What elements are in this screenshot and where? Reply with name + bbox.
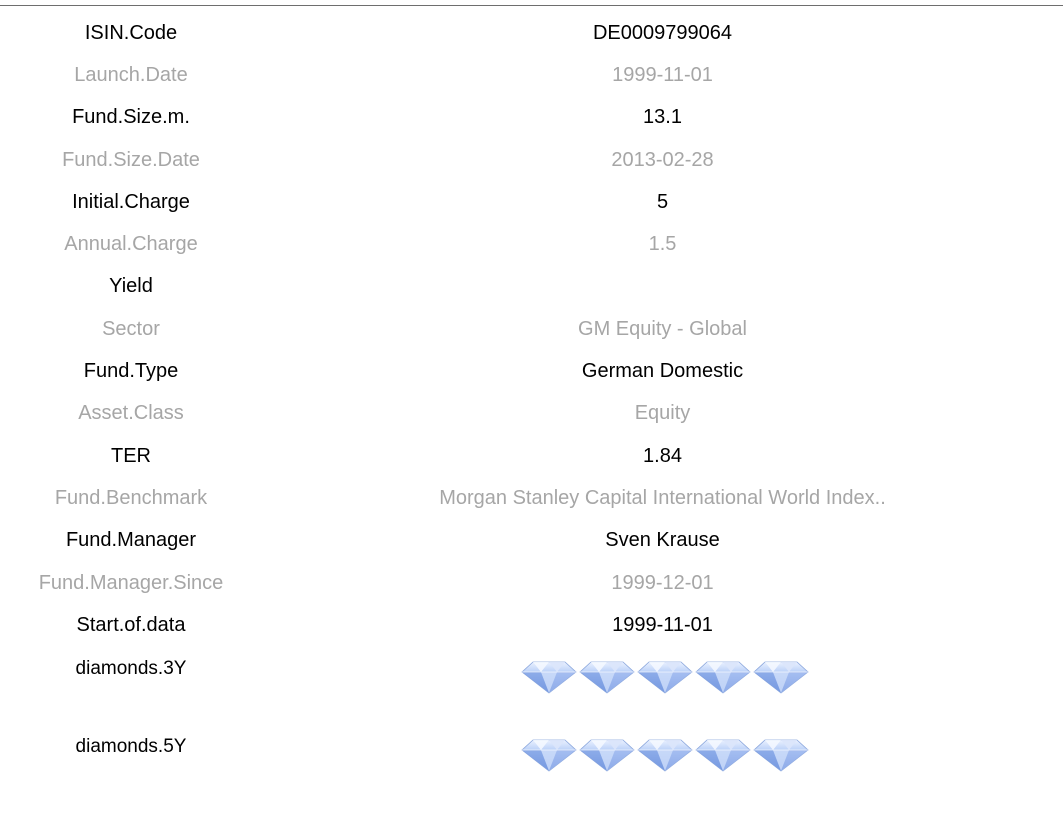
rating-value xyxy=(262,736,1063,772)
table-row: Yield xyxy=(0,266,1063,308)
table-row: Annual.Charge 1.5 xyxy=(0,223,1063,265)
table-row: Fund.Manager Sven Krause xyxy=(0,520,1063,562)
row-value: 1.5 xyxy=(648,233,677,256)
rating-row-3y: diamonds.3Y xyxy=(0,646,1063,724)
row-value: 2013-02-28 xyxy=(611,148,714,171)
table-row: Sector GM Equity - Global xyxy=(0,308,1063,350)
table-row: Fund.Size.Date 2013-02-28 xyxy=(0,139,1063,181)
row-label: Annual.Charge xyxy=(64,233,198,256)
row-value: 1999-11-01 xyxy=(612,613,713,636)
row-value: 1999-11-01 xyxy=(612,63,713,86)
diamond-rating xyxy=(521,660,809,694)
row-value: Equity xyxy=(634,402,691,425)
row-label: Fund.Size.m. xyxy=(72,106,190,129)
row-value: 5 xyxy=(656,190,669,213)
row-label: Fund.Size.Date xyxy=(62,148,200,171)
row-label: Fund.Benchmark xyxy=(54,486,208,509)
row-value: Sven Krause xyxy=(605,529,720,552)
diamond-rating xyxy=(521,738,809,772)
row-value: 1.84 xyxy=(643,444,682,467)
row-label: Fund.Manager.Since xyxy=(38,571,224,594)
row-label: ISIN.Code xyxy=(84,21,178,44)
table-row: ISIN.Code DE0009799064 xyxy=(0,12,1063,54)
fund-details-table: ISIN.Code DE0009799064 Launch.Date 1999-11… xyxy=(0,12,1063,802)
rating-value xyxy=(262,658,1063,694)
diamond-icon xyxy=(521,740,577,772)
row-label: Yield xyxy=(109,275,153,298)
row-label: Fund.Type xyxy=(83,360,179,383)
diamond-icon xyxy=(637,662,693,694)
row-label: Asset.Class xyxy=(78,402,184,425)
diamond-icon xyxy=(695,662,751,694)
table-row: Initial.Charge 5 xyxy=(0,181,1063,223)
row-value: GM Equity - Global xyxy=(578,317,747,340)
row-value: Morgan Stanley Capital International Wor… xyxy=(439,486,886,509)
table-row: Fund.Benchmark Morgan Stanley Capital Int… xyxy=(0,477,1063,519)
diamond-icon xyxy=(521,662,577,694)
row-label: Sector xyxy=(102,317,160,340)
diamond-icon xyxy=(695,740,751,772)
row-value: German Domestic xyxy=(581,360,744,383)
diamond-icon xyxy=(579,662,635,694)
row-label: Start.of.data xyxy=(76,613,186,636)
row-value: 1999-12-01 xyxy=(611,571,714,594)
table-row: Start.of.data 1999-11-01 xyxy=(0,604,1063,646)
table-row: TER 1.84 xyxy=(0,435,1063,477)
table-row: Fund.Size.m. 13.1 xyxy=(0,97,1063,139)
row-label: Launch.Date xyxy=(74,63,188,86)
table-row: Fund.Type German Domestic xyxy=(0,350,1063,392)
table-row: Fund.Manager.Since 1999-12-01 xyxy=(0,562,1063,604)
row-value: 13.1 xyxy=(643,106,682,129)
table-row: Asset.Class Equity xyxy=(0,393,1063,435)
rating-label: diamonds.5Y xyxy=(75,736,187,758)
diamond-icon xyxy=(579,740,635,772)
row-label: Initial.Charge xyxy=(72,190,190,213)
diamond-icon xyxy=(637,740,693,772)
top-rule xyxy=(0,5,1063,6)
diamond-icon xyxy=(753,740,809,772)
row-value: DE0009799064 xyxy=(592,21,732,44)
rating-row-5y: diamonds.5Y xyxy=(0,724,1063,802)
row-label: Fund.Manager xyxy=(65,529,197,552)
row-label: TER xyxy=(111,444,151,467)
table-row: Launch.Date 1999-11-01 xyxy=(0,54,1063,96)
rating-label: diamonds.3Y xyxy=(75,658,187,680)
diamond-icon xyxy=(753,662,809,694)
